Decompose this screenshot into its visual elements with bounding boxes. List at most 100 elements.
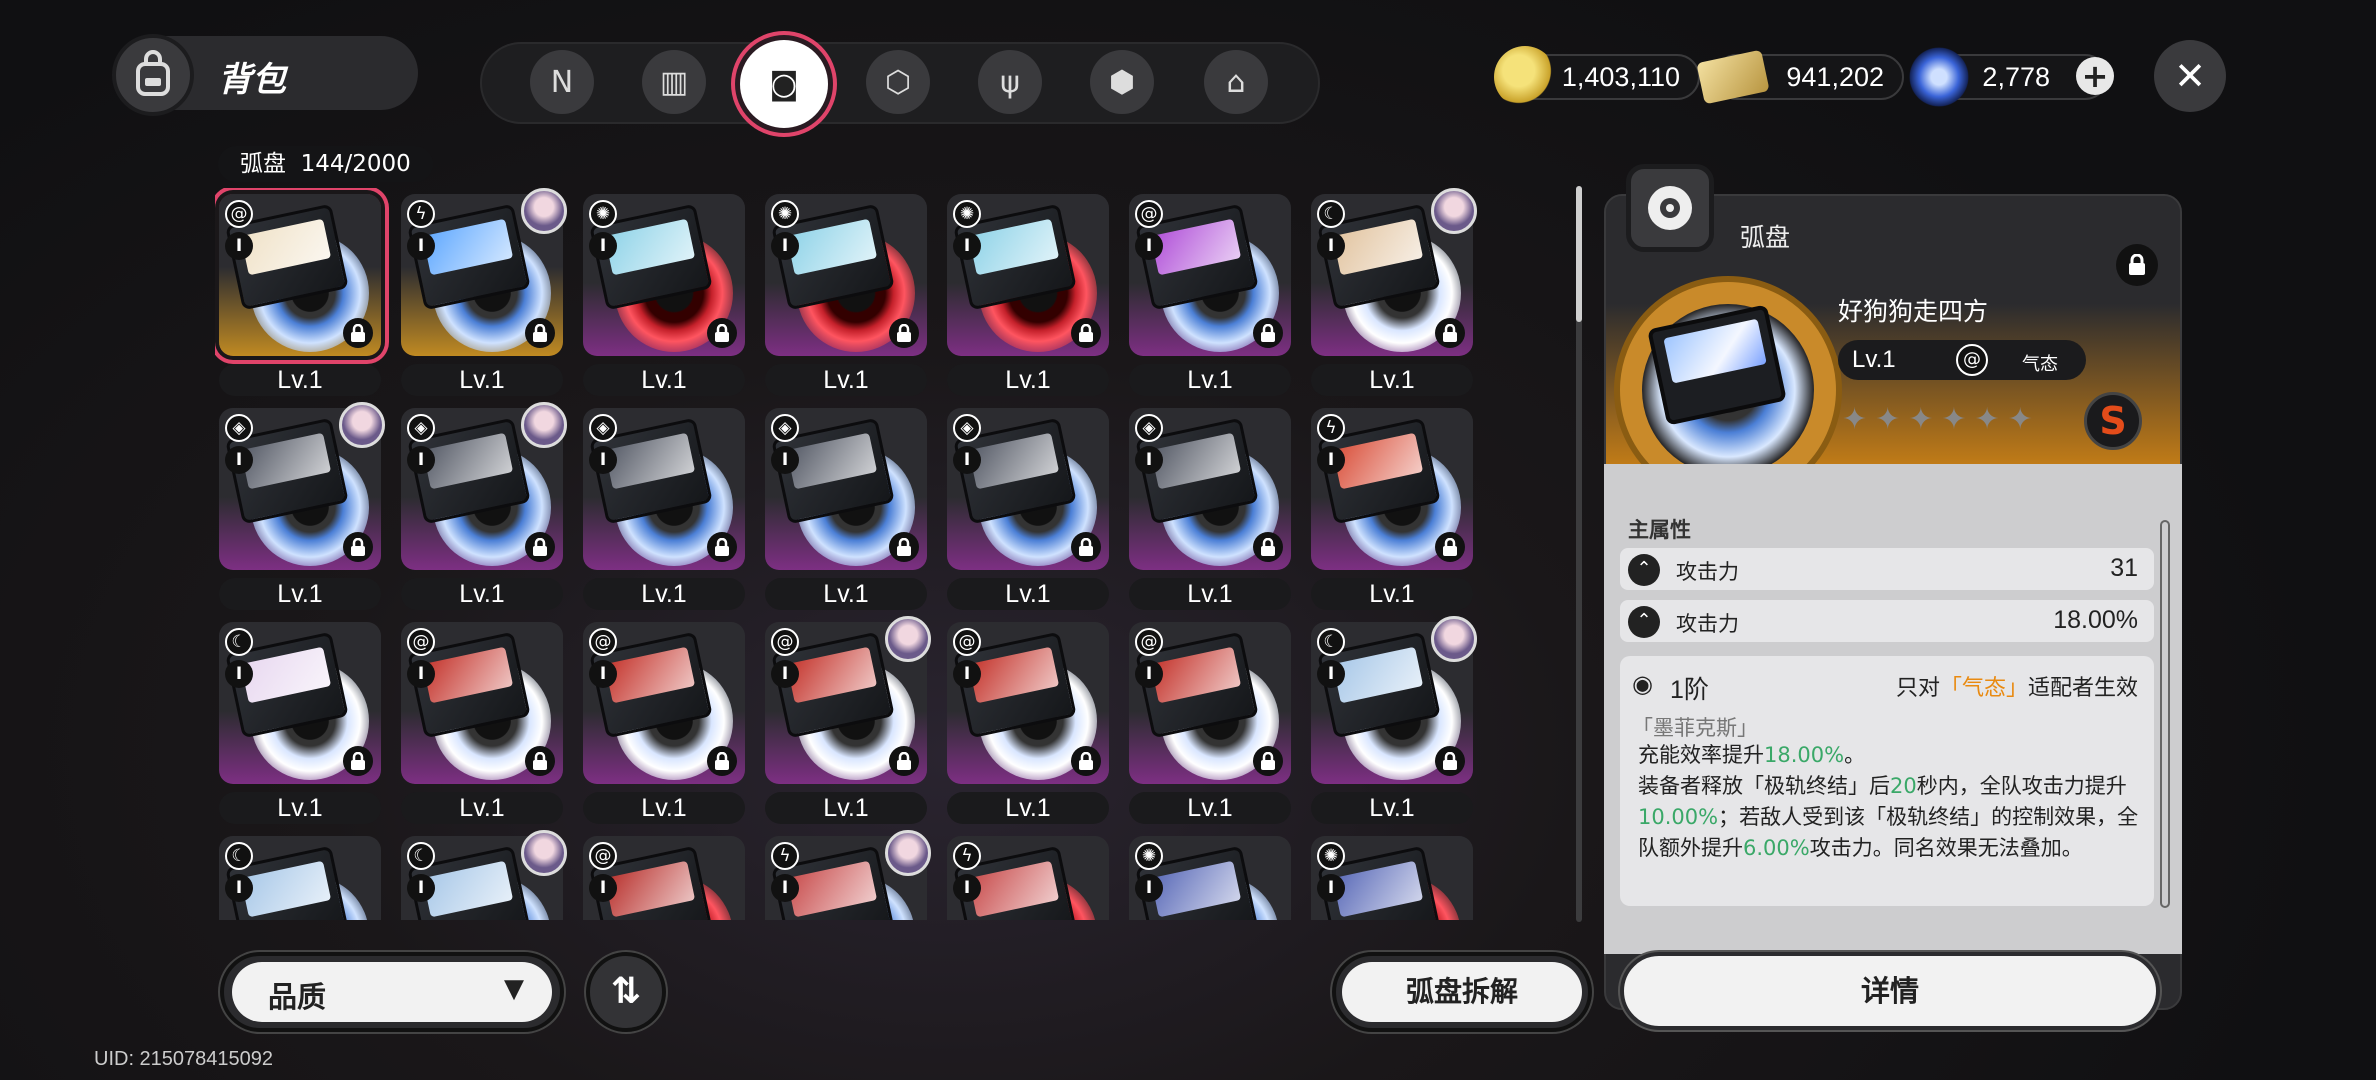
home-icon: ⌂	[1226, 64, 1246, 100]
disc-card[interactable]: @ I	[401, 622, 563, 784]
disc-level: Lv.1	[219, 792, 381, 824]
rank-badge: I	[1135, 446, 1163, 474]
disc-card[interactable]: ✺ I	[1311, 836, 1473, 920]
cube-attribute-icon: ◈	[589, 414, 617, 442]
tab-utensils[interactable]: ψ	[978, 50, 1042, 114]
disc-card[interactable]: @ I	[583, 836, 745, 920]
chevron-down-icon: ▼	[504, 974, 524, 1004]
inventory-scrollbar-thumb[interactable]	[1576, 186, 1582, 322]
lock-icon[interactable]	[343, 746, 373, 776]
add-crystal-button[interactable]: +	[2076, 57, 2114, 95]
swirl-attribute-icon: @	[589, 628, 617, 656]
lock-icon[interactable]	[707, 318, 737, 348]
lock-icon[interactable]	[525, 318, 555, 348]
lock-icon[interactable]	[1435, 318, 1465, 348]
cube-icon: ⬡	[884, 64, 912, 100]
lock-icon[interactable]	[1253, 746, 1283, 776]
disc-cartridge-icon: ◙	[769, 66, 799, 102]
rank-badge: I	[1135, 660, 1163, 688]
stat-row: ⌃ 攻击力 31	[1620, 548, 2154, 590]
rank-badge: I	[407, 232, 435, 260]
rank-badge: I	[1317, 660, 1345, 688]
disc-name: 好狗狗走四方	[1838, 297, 1989, 326]
lock-icon[interactable]	[525, 532, 555, 562]
lock-icon[interactable]	[889, 532, 919, 562]
rank-badge: I	[1135, 874, 1163, 902]
disc-card[interactable]: ◈ I	[583, 408, 745, 570]
disc-card[interactable]: ◈ I	[947, 408, 1109, 570]
tab-home[interactable]: ⌂	[1204, 50, 1268, 114]
agent-avatar	[521, 188, 567, 234]
cube-attribute-icon: ◈	[771, 414, 799, 442]
tab-logo-n[interactable]: N	[530, 50, 594, 114]
tab-cube[interactable]: ⬡	[866, 50, 930, 114]
set-condition: 只对「气态」适配者生效	[1896, 676, 2139, 701]
lock-icon[interactable]	[1071, 318, 1101, 348]
inventory-count: 弧盘 144/2000	[218, 146, 433, 182]
rank-badge: I	[771, 232, 799, 260]
set-tier: 1阶	[1670, 676, 1709, 704]
disc-level: Lv.1	[765, 364, 927, 396]
disc-card[interactable]: ϟI	[947, 836, 1109, 920]
lock-icon[interactable]	[343, 318, 373, 348]
disc-level: Lv.1	[765, 578, 927, 610]
disc-card[interactable]: ϟI	[1311, 408, 1473, 570]
disc-card[interactable]: @ I	[947, 622, 1109, 784]
lock-icon[interactable]	[707, 532, 737, 562]
gear-attribute-icon: ✺	[589, 200, 617, 228]
rank-badge: I	[589, 232, 617, 260]
disc-level: Lv.1	[947, 364, 1109, 396]
disc-card[interactable]: ◈ I	[765, 408, 927, 570]
rank-badge: I	[407, 660, 435, 688]
lock-icon[interactable]	[1435, 746, 1465, 776]
tab-disc-cartridge[interactable]: ◙	[740, 40, 828, 128]
cube-attribute-icon: ◈	[407, 414, 435, 442]
detail-lock-icon[interactable]	[2116, 244, 2158, 286]
crystal-icon	[1908, 46, 1970, 108]
tab-crate[interactable]: ⬢	[1090, 50, 1154, 114]
eye-icon[interactable]: ◉	[1632, 670, 1662, 700]
disc-card[interactable]: ✺ I	[583, 194, 745, 356]
rank-badge: I	[225, 660, 253, 688]
rank-badge: I	[407, 874, 435, 902]
disc-level: Lv.1	[583, 578, 745, 610]
lock-icon[interactable]	[1071, 746, 1101, 776]
lock-icon[interactable]	[525, 746, 555, 776]
agent-avatar	[521, 402, 567, 448]
disc-card[interactable]: @ I	[219, 194, 381, 356]
disc-card[interactable]: ✺ I	[765, 194, 927, 356]
quality-filter-label: 品质	[268, 980, 327, 1014]
cube-attribute-icon: ◈	[953, 414, 981, 442]
details-button[interactable]: 详情	[1620, 952, 2160, 1030]
lock-icon[interactable]	[889, 318, 919, 348]
lock-icon[interactable]	[1435, 532, 1465, 562]
disc-level: Lv.1	[1852, 346, 1896, 373]
close-button[interactable]: ✕	[2154, 40, 2226, 112]
disc-card[interactable]: ◈ I	[1129, 408, 1291, 570]
swirl-attribute-icon: @	[1135, 200, 1163, 228]
sort-order-button[interactable]: ⇅	[586, 952, 666, 1032]
swirl-attribute-icon: @	[589, 842, 617, 870]
lock-icon[interactable]	[1071, 532, 1101, 562]
rank-badge: I	[953, 874, 981, 902]
detail-scrollbar[interactable]	[2160, 520, 2170, 908]
tab-gameboy[interactable]: ▥	[642, 50, 706, 114]
quality-filter-dropdown[interactable]: 品质 ▼	[220, 952, 564, 1032]
disc-card[interactable]: ✺ I	[947, 194, 1109, 356]
lock-icon[interactable]	[889, 746, 919, 776]
disc-card[interactable]: @ I	[1129, 622, 1291, 784]
lock-icon[interactable]	[343, 532, 373, 562]
disc-card[interactable]: ✺ I	[1129, 836, 1291, 920]
disc-card[interactable]: ☾ I	[219, 836, 381, 920]
user-id: UID: 215078415092	[94, 1048, 274, 1070]
disc-card[interactable]: @ I	[583, 622, 745, 784]
lock-icon[interactable]	[1253, 532, 1283, 562]
rank-badge: I	[953, 232, 981, 260]
dismantle-button[interactable]: 弧盘拆解	[1332, 952, 1592, 1032]
agent-avatar	[521, 830, 567, 876]
disc-card[interactable]: @ I	[1129, 194, 1291, 356]
cube-attribute-icon: ◈	[1135, 414, 1163, 442]
lock-icon[interactable]	[1253, 318, 1283, 348]
disc-card[interactable]: ☾ I	[219, 622, 381, 784]
lock-icon[interactable]	[707, 746, 737, 776]
